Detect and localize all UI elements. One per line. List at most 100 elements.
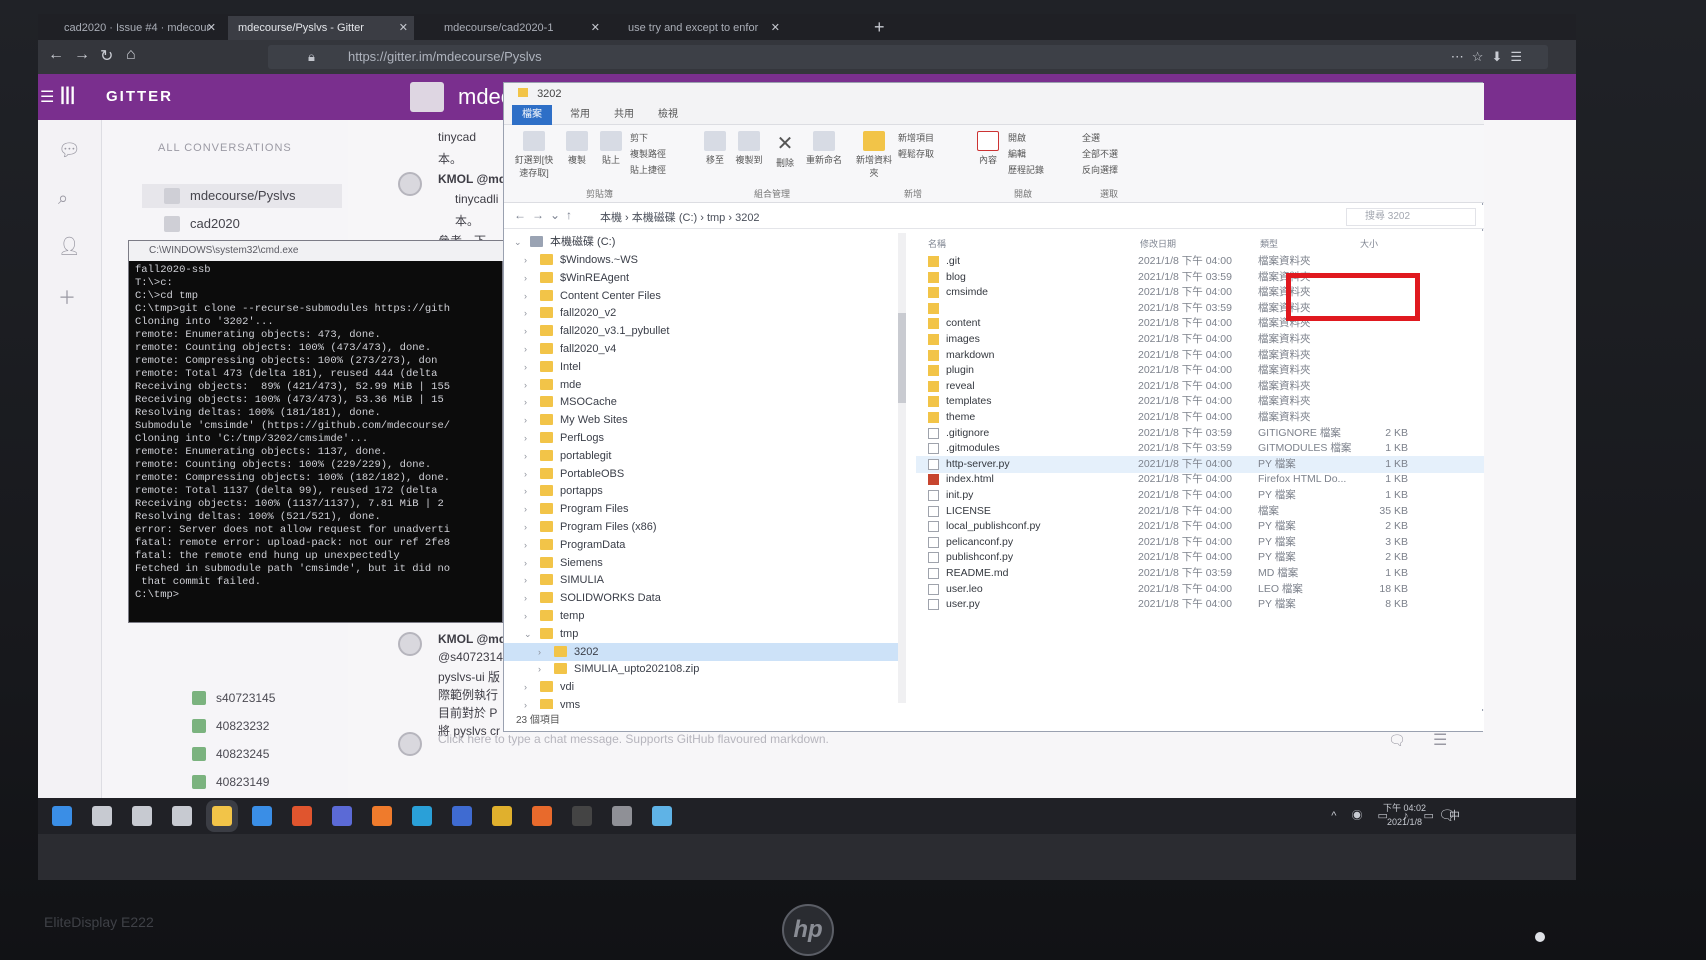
file-row[interactable]: README.md 2021/1/8 下午 03:59 MD 檔案 1 KB	[916, 565, 1484, 582]
column-header-name[interactable]: 名稱	[928, 237, 946, 250]
file-row[interactable]: http-server.py 2021/1/8 下午 04:00 PY 檔案 1 KB	[916, 455, 1484, 473]
file-row[interactable]: LICENSE 2021/1/8 下午 04:00 檔案 35 KB	[916, 503, 1484, 520]
tree-item[interactable]: › PerfLogs	[504, 429, 904, 447]
notification-icon[interactable]: 🗨︎	[1438, 807, 1456, 824]
tree-item[interactable]: › fall2020_v2	[504, 304, 904, 322]
home-icon[interactable]: ⌂	[126, 46, 136, 64]
chevron-right-icon[interactable]: ›	[524, 393, 527, 411]
tree-item[interactable]: › MSOCache	[504, 393, 904, 411]
tab-home[interactable]: 常用	[560, 105, 600, 125]
reload-icon[interactable]: ↻	[100, 46, 113, 66]
browser-tab-active[interactable]: mdecourse/Pyslvs - Gitter ✕	[228, 16, 414, 40]
invert-selection-button[interactable]: 反向選擇	[1082, 163, 1142, 176]
visual-studio-icon[interactable]	[332, 806, 352, 826]
tree-item[interactable]: › temp	[504, 607, 904, 625]
chat-icon[interactable]: 🗨︎	[1388, 732, 1406, 749]
forward-icon[interactable]: →	[74, 46, 90, 64]
chevron-right-icon[interactable]: ›	[524, 376, 527, 394]
tree-item[interactable]: › $Windows.~WS	[504, 251, 904, 269]
cmd-icon[interactable]	[572, 806, 592, 826]
browser-tab[interactable]: use try and except to enfor ✕	[618, 16, 786, 40]
chevron-right-icon[interactable]: ›	[524, 322, 527, 340]
edit-button[interactable]: 編輯	[1008, 147, 1058, 160]
breadcrumb-item[interactable]: tmp	[707, 212, 725, 224]
copy-button[interactable]: 複製	[562, 131, 592, 166]
scrollbar-thumb[interactable]	[898, 313, 906, 403]
breadcrumb-item[interactable]: 3202	[735, 212, 759, 224]
column-header-size[interactable]: 大小	[1360, 237, 1378, 250]
search-input[interactable]: 搜尋 3202	[1346, 208, 1476, 226]
explorer-title-bar[interactable]: 3202	[504, 83, 1484, 105]
tree-item[interactable]: › fall2020_v4	[504, 340, 904, 358]
chat-input[interactable]: Click here to type a chat message. Suppo…	[438, 732, 829, 746]
chevron-right-icon[interactable]: ›	[524, 518, 527, 536]
tab-file[interactable]: 檔案	[512, 105, 552, 125]
chevron-right-icon[interactable]: ›	[524, 340, 527, 358]
file-row[interactable]: user.py 2021/1/8 下午 04:00 PY 檔案 8 KB	[916, 596, 1484, 613]
edge-icon[interactable]	[412, 806, 432, 826]
close-icon[interactable]: ✕	[771, 16, 780, 40]
tree-item[interactable]: › SIMULIA	[504, 571, 904, 589]
chevron-right-icon[interactable]: ›	[524, 696, 527, 709]
cmd-window[interactable]: C:\WINDOWS\system32\cmd.exe fall2020-ssb…	[128, 240, 504, 623]
chevron-right-icon[interactable]: ›	[524, 358, 527, 376]
windows-start-icon[interactable]	[52, 806, 72, 826]
nav-arrows-icon[interactable]: ←→⌄↑	[514, 208, 578, 222]
tree-item[interactable]: › Siemens	[504, 554, 904, 572]
chevron-right-icon[interactable]: ›	[524, 287, 527, 305]
search-icon[interactable]: ⌕	[58, 188, 68, 209]
tree-item[interactable]: › SOLIDWORKS Data	[504, 589, 904, 607]
url-bar[interactable]: 🔒︎ https://gitter.im/mdecourse/Pyslvs ⋯☆…	[268, 45, 1548, 69]
file-row[interactable]: theme 2021/1/8 下午 04:00 檔案資料夾	[916, 409, 1484, 426]
tree-item[interactable]: › portapps	[504, 482, 904, 500]
user-item[interactable]: 40823149	[162, 770, 362, 794]
properties-button[interactable]: 內容	[974, 131, 1002, 166]
column-header-date[interactable]: 修改日期	[1140, 237, 1176, 250]
paste-shortcut-button[interactable]: 貼上捷徑	[630, 163, 686, 176]
file-row[interactable]: reveal 2021/1/8 下午 04:00 檔案資料夾	[916, 378, 1484, 395]
tree-item[interactable]: › mde	[504, 376, 904, 394]
tab-share[interactable]: 共用	[604, 105, 644, 125]
brave-icon[interactable]	[292, 806, 312, 826]
easy-access-button[interactable]: 輕鬆存取	[898, 147, 958, 160]
chevron-right-icon[interactable]: ›	[524, 465, 527, 483]
chevron-right-icon[interactable]: ›	[524, 589, 527, 607]
file-row[interactable]: init.py 2021/1/8 下午 04:00 PY 檔案 1 KB	[916, 487, 1484, 504]
file-row[interactable]: markdown 2021/1/8 下午 04:00 檔案資料夾	[916, 347, 1484, 364]
chevron-right-icon[interactable]: ›	[524, 571, 527, 589]
file-row[interactable]: plugin 2021/1/8 下午 04:00 檔案資料夾	[916, 362, 1484, 379]
new-item-button[interactable]: 新增項目	[898, 131, 958, 144]
chevron-right-icon[interactable]: ›	[524, 554, 527, 572]
tree-item[interactable]: › My Web Sites	[504, 411, 904, 429]
user-item[interactable]: 40823245	[162, 742, 362, 766]
chevron-right-icon[interactable]: ›	[524, 269, 527, 287]
task-view-icon[interactable]	[172, 806, 192, 826]
tree-item[interactable]: › Program Files (x86)	[504, 518, 904, 536]
app2-icon[interactable]	[532, 806, 552, 826]
chevron-right-icon[interactable]: ›	[524, 429, 527, 447]
app-icon[interactable]	[452, 806, 472, 826]
chevron-right-icon[interactable]: ›	[524, 482, 527, 500]
chevron-right-icon[interactable]: ›	[524, 607, 527, 625]
pin-quick-access-button[interactable]: 釘選到[快速存取]	[512, 131, 556, 179]
menu-icon[interactable]: ☰	[1433, 730, 1447, 750]
app3-icon[interactable]	[612, 806, 632, 826]
cut-button[interactable]: 剪下	[630, 131, 686, 144]
new-tab-button[interactable]: +	[874, 16, 885, 38]
breadcrumb[interactable]: 本機 › 本機磁碟 (C:) › tmp › 3202	[600, 209, 760, 225]
tree-item[interactable]: › portablegit	[504, 447, 904, 465]
file-row[interactable]: publishconf.py 2021/1/8 下午 04:00 PY 檔案 2 KB	[916, 549, 1484, 566]
copy-path-button[interactable]: 複製路徑	[630, 147, 686, 160]
file-row[interactable]: local_publishconf.py 2021/1/8 下午 04:00 PY …	[916, 518, 1484, 535]
tree-item[interactable]: › $WinREAgent	[504, 269, 904, 287]
file-row[interactable]: .git 2021/1/8 下午 04:00 檔案資料夾	[916, 253, 1484, 270]
cortana-icon[interactable]	[132, 806, 152, 826]
close-icon[interactable]: ✕	[207, 16, 216, 40]
copy-to-button[interactable]: 複製到	[734, 131, 764, 166]
new-folder-button[interactable]: 新增資料夾	[856, 131, 892, 179]
chevron-right-icon[interactable]: ›	[524, 536, 527, 554]
scrollbar[interactable]	[898, 233, 906, 703]
column-header-type[interactable]: 類型	[1260, 237, 1278, 250]
tree-item[interactable]: ⌄ 本機磁碟 (C:)	[504, 233, 904, 251]
tree-item[interactable]: › SIMULIA_upto202108.zip	[504, 660, 904, 678]
